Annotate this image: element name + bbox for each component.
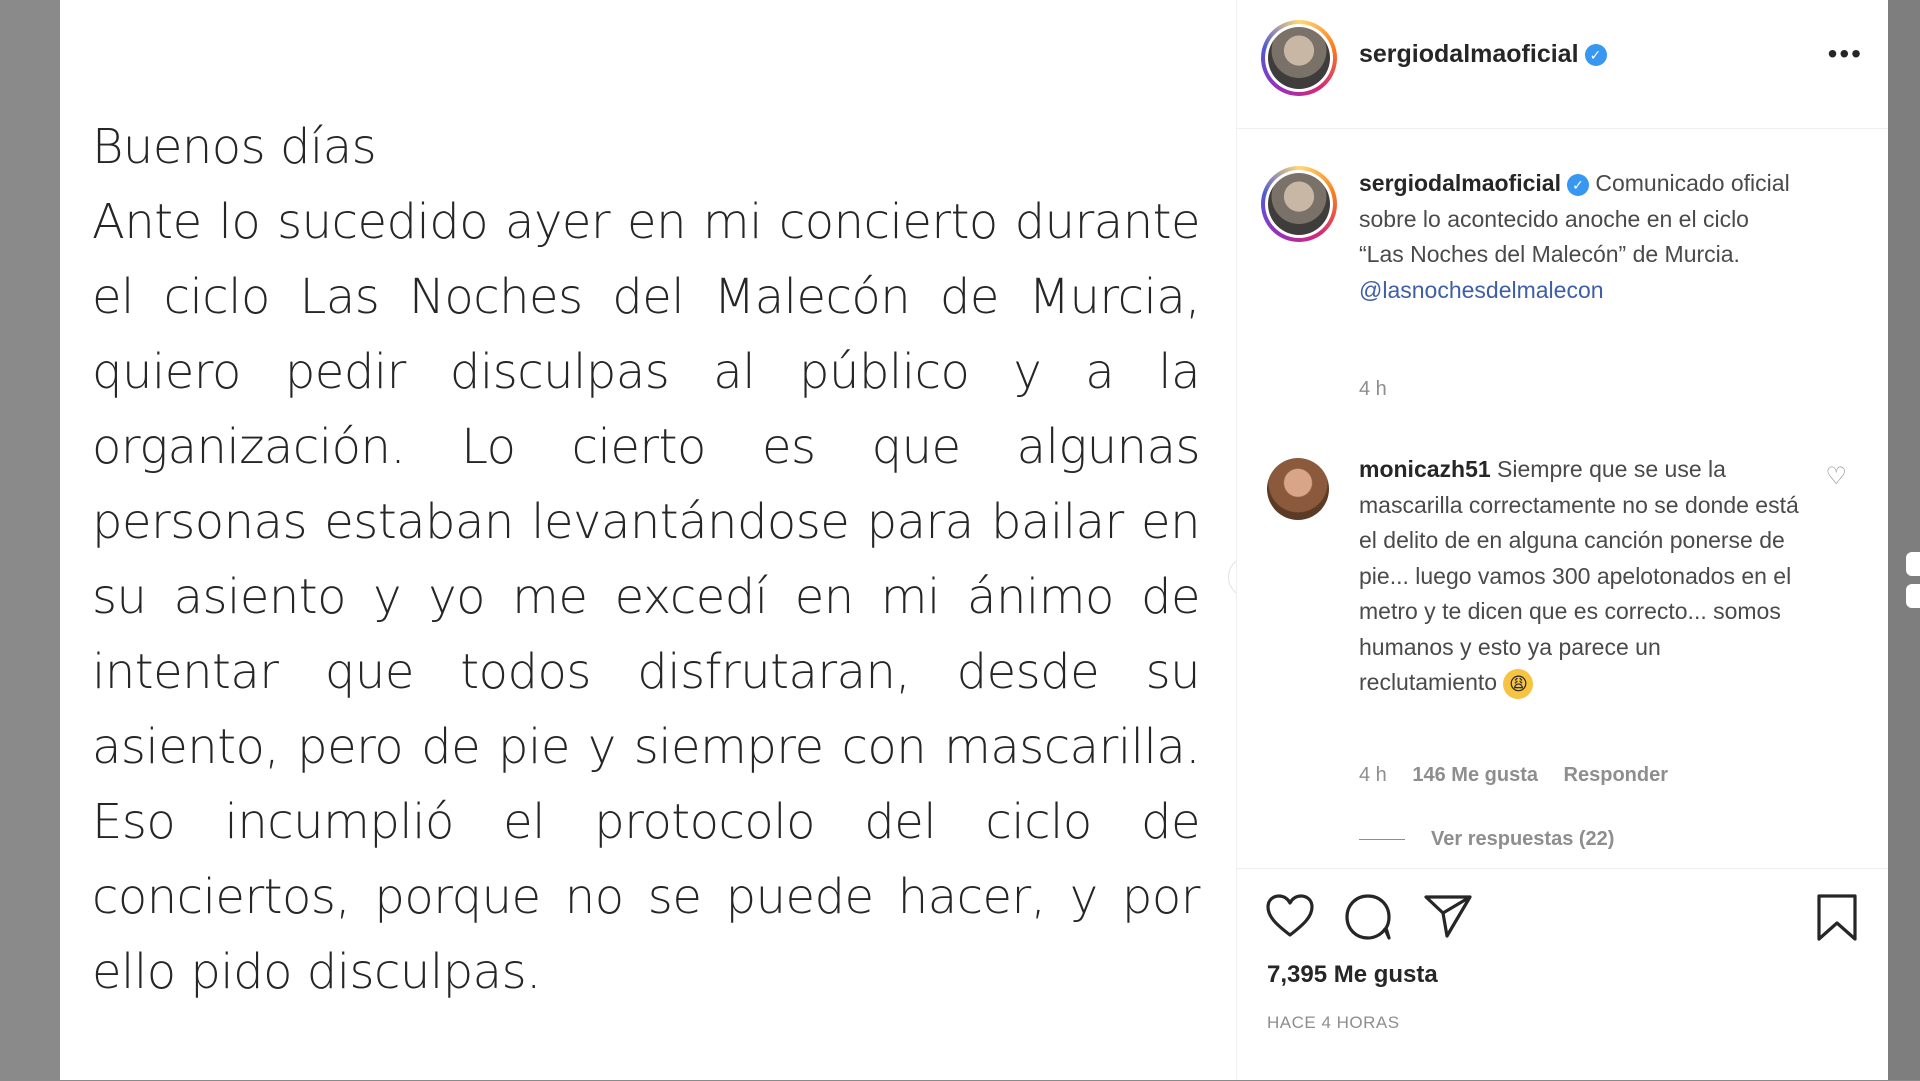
post-image: Buenos días Ante lo sucedido ayer en mi …	[60, 0, 1270, 1080]
header-username-text[interactable]: sergiodalmaoficial	[1359, 40, 1579, 68]
weary-face-emoji-icon: 😩	[1503, 668, 1534, 699]
more-options-icon[interactable]: •••	[1828, 38, 1863, 70]
edge-handle	[1906, 552, 1920, 576]
comment-like-heart-icon[interactable]: ♡	[1825, 462, 1847, 491]
caption-time[interactable]: 4 h	[1359, 378, 1387, 400]
post-actions: 7,395 Me gusta HACE 4 HORAS	[1237, 868, 1889, 1081]
caption-username[interactable]: sergiodalmaoficial	[1359, 170, 1561, 196]
caption-body: sergiodalmaoficial ✓ Comunicado oficial s…	[1359, 166, 1799, 308]
post-header: sergiodalmaoficial ✓ •••	[1237, 0, 1889, 129]
post-sidebar: sergiodalmaoficial ✓ ••• sergiodalmaofici…	[1236, 0, 1889, 1080]
verified-badge-icon: ✓	[1584, 44, 1607, 67]
comment-icon[interactable]	[1343, 893, 1393, 941]
post-timestamp[interactable]: HACE 4 HORAS	[1267, 1013, 1400, 1033]
comment-likes[interactable]: 146 Me gusta	[1412, 764, 1538, 786]
comment-time[interactable]: 4 h	[1359, 764, 1387, 786]
verified-badge-icon: ✓	[1566, 173, 1589, 196]
commenter-avatar[interactable]	[1267, 458, 1329, 520]
comment-meta: 4 h 146 Me gusta Responder	[1359, 764, 1688, 787]
author-avatar[interactable]	[1261, 20, 1337, 96]
comment-text: Siempre que se use la mascarilla correct…	[1359, 456, 1799, 695]
caption-mention-link[interactable]: @lasnochesdelmalecon	[1359, 277, 1604, 303]
caption-avatar[interactable]	[1261, 166, 1337, 242]
comments-section: sergiodalmaoficial ✓ Comunicado oficial s…	[1237, 128, 1889, 868]
heart-icon[interactable]	[1265, 893, 1315, 939]
view-replies-button[interactable]: Ver respuestas (22)	[1359, 828, 1614, 851]
replies-divider	[1359, 839, 1405, 841]
view-replies-label[interactable]: Ver respuestas (22)	[1431, 828, 1614, 850]
post-text: Buenos días Ante lo sucedido ayer en mi …	[92, 119, 1201, 1000]
comment-body: monicazh51 Siempre que se use la mascari…	[1359, 452, 1799, 701]
share-icon[interactable]	[1423, 893, 1473, 939]
bookmark-icon[interactable]	[1815, 893, 1859, 943]
comment-reply-button[interactable]: Responder	[1564, 764, 1668, 786]
caption-meta: 4 h	[1359, 378, 1407, 401]
comment-username[interactable]: monicazh51	[1359, 456, 1491, 482]
like-count[interactable]: 7,395 Me gusta	[1267, 961, 1438, 989]
edge-handle	[1906, 584, 1920, 608]
author-username[interactable]: sergiodalmaoficial ✓	[1359, 40, 1607, 69]
window-edge	[1888, 0, 1920, 1080]
